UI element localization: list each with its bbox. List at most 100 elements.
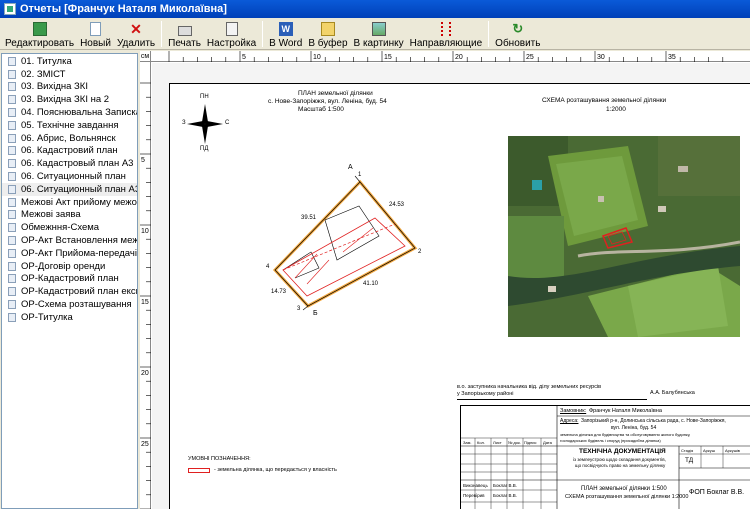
ruler-v-label: 25 xyxy=(141,441,149,448)
point-4-label: 4 xyxy=(266,264,270,270)
report-list-item-label: 03. Вихідна ЗКІ xyxy=(21,81,88,93)
ruler-h-label: 5 xyxy=(242,54,246,61)
doc-subtitle-1: із землеустрою щодо складання документів… xyxy=(573,457,666,462)
report-list-item[interactable]: Обмежння-Схема xyxy=(2,221,137,234)
report-list-item[interactable]: 06. Абрис, Вольнянск xyxy=(2,132,137,145)
report-document-icon xyxy=(8,69,16,79)
report-list-item[interactable]: Межові Акт прийому межових з xyxy=(2,196,137,209)
report-list-item[interactable]: 06. Ситуационный план А3 xyxy=(2,182,137,196)
to-clipboard-button[interactable]: В буфер xyxy=(305,19,350,49)
report-list-item[interactable]: 04. Пояснювальна Записка xyxy=(2,106,137,119)
report-document-icon xyxy=(8,56,16,66)
report-list-item[interactable]: 05. Технічне завдання xyxy=(2,119,137,132)
report-list-item[interactable]: ОР-Схема розташування xyxy=(2,298,137,311)
edit-button[interactable]: Редактировать xyxy=(2,19,77,49)
stage-header: Стадія xyxy=(681,448,694,453)
col-header-sign: Підпис xyxy=(524,440,537,445)
dim-2-label: 24.53 xyxy=(389,202,405,208)
report-list-item[interactable]: 03. Вихідна ЗКІ xyxy=(2,81,137,94)
report-document-icon xyxy=(8,108,16,118)
title-block: Замовник: Франчук Наталя Миколаївна Адре… xyxy=(460,405,750,509)
edit-icon xyxy=(32,22,47,36)
report-list-item[interactable]: ОР-Кадастровий план xyxy=(2,273,137,286)
compass-north: ПН xyxy=(200,94,209,100)
report-document-icon xyxy=(8,312,16,322)
signature-line-2: у Запорізькому районі xyxy=(457,391,514,397)
delete-button[interactable]: ✕ Удалить xyxy=(114,19,158,50)
point-2-label: 2 xyxy=(418,249,422,255)
aerial-photo xyxy=(508,136,740,337)
window-title: Отчеты [Франчук Наталя Миколаївна] xyxy=(20,3,227,15)
report-document-icon xyxy=(8,159,16,169)
toolbar-separator xyxy=(262,21,264,47)
window-titlebar[interactable]: Отчеты [Франчук Наталя Миколаївна] xyxy=(0,0,750,18)
ruler-v-label: 20 xyxy=(141,370,149,377)
report-list-item-label: 06. Кадастровий план xyxy=(21,145,118,157)
report-document-icon xyxy=(8,197,16,207)
legend-item: - земельна ділянка, що передається у вла… xyxy=(214,467,337,473)
report-list-items: 01. Титулка 02. ЗМІСТ 03. Вихідна ЗКІ 03. В… xyxy=(2,54,137,324)
report-list-item[interactable]: 02. ЗМІСТ xyxy=(2,68,137,81)
ruler-v-label: 5 xyxy=(141,157,145,164)
new-button[interactable]: Новый xyxy=(77,19,114,49)
to-picture-button[interactable]: В картинку xyxy=(351,19,407,49)
clipboard-icon xyxy=(320,22,335,36)
toolbar-separator xyxy=(161,21,163,47)
picture-icon xyxy=(371,22,386,36)
settings-button-label: Настройка xyxy=(206,38,257,49)
report-list-item-label: ОР-Титулка xyxy=(21,311,73,323)
to-word-button[interactable]: W В Word xyxy=(266,19,305,49)
to-picture-button-label: В картинку xyxy=(353,38,404,49)
role-2: Перевірив xyxy=(463,493,485,498)
report-list[interactable]: 01. Титулка 02. ЗМІСТ 03. Вихідна ЗКІ 03. В… xyxy=(1,53,138,509)
report-document-icon xyxy=(8,236,16,246)
dim-3-label: 41.10 xyxy=(363,281,379,287)
report-list-item[interactable]: 06. Кадастровий план xyxy=(2,145,137,158)
ruler-h-label: 20 xyxy=(455,54,463,61)
name-2: Боклаг В.В. xyxy=(493,493,517,498)
refresh-icon: ↻ xyxy=(512,21,524,36)
col-header-doc: № док. xyxy=(508,440,521,445)
guides-button[interactable]: Направляющие xyxy=(407,19,486,49)
report-list-item[interactable]: ОР-Акт Прийома-передачі xyxy=(2,247,137,260)
name-1: Боклаг В.В. xyxy=(493,483,517,488)
report-document-icon xyxy=(8,300,16,310)
report-list-item-label: 06. Ситуационный план А3 xyxy=(21,183,137,195)
point-a-label: А xyxy=(348,164,353,171)
scheme-line: СХЕМА розташування земельної ділянки 1:2… xyxy=(565,494,689,500)
report-list-item[interactable]: ОР-Титулка xyxy=(2,311,137,324)
report-list-item-label: Межові заява xyxy=(21,209,81,221)
report-list-item[interactable]: Межові заява xyxy=(2,209,137,222)
signer-name: А.А. Балубянська xyxy=(650,390,695,396)
compass-east: С xyxy=(225,120,230,126)
scheme-scale: 1:2000 xyxy=(606,106,626,113)
report-list-item[interactable]: ОР-Договір оренди xyxy=(2,260,137,273)
report-list-item[interactable]: 03. Вихідна ЗКІ на 2 xyxy=(2,93,137,106)
settings-icon xyxy=(225,22,238,36)
plan-scale: Масштаб 1:500 xyxy=(298,106,344,113)
page-area: ПЛАН земельної ділянки с. Нове-Запоріжжя… xyxy=(152,63,750,509)
report-document-icon xyxy=(8,146,16,156)
report-list-item-label: ОР-Кадастровий план xyxy=(21,273,119,285)
report-sheet: ПЛАН земельної ділянки с. Нове-Запоріжжя… xyxy=(169,83,750,509)
settings-button[interactable]: Настройка xyxy=(204,19,259,49)
report-list-item[interactable]: 06. Ситуационный план xyxy=(2,170,137,183)
report-list-item[interactable]: 01. Титулка xyxy=(2,55,137,68)
report-list-item[interactable]: ОР-Кадастровий план експл xyxy=(2,285,137,298)
dim-4-label: 14.73 xyxy=(271,289,287,295)
aerial-photo-image xyxy=(508,136,740,337)
delete-icon: ✕ xyxy=(130,20,142,37)
report-document-icon xyxy=(8,172,16,182)
report-list-item-label: Обмежння-Схема xyxy=(21,222,100,234)
point-1-label: 1 xyxy=(358,172,362,178)
address-line-1: Запорізький р-н, Долинська сільська рада… xyxy=(581,418,726,424)
report-list-item[interactable]: 06. Кадастровый план А3 xyxy=(2,157,137,170)
print-button[interactable]: Печать xyxy=(165,19,204,49)
report-list-item[interactable]: ОР-Акт Встановлення меж xyxy=(2,234,137,247)
refresh-button[interactable]: ↻ Обновить xyxy=(492,19,543,49)
report-preview[interactable]: 5 10 15 20 25 30 35 5 10 15 20 25 см ПЛАН земельно… xyxy=(140,51,750,509)
compass-west: З xyxy=(182,120,186,126)
to-word-button-label: В Word xyxy=(269,38,303,49)
toolbar-separator xyxy=(488,21,490,47)
app-icon xyxy=(4,3,16,15)
